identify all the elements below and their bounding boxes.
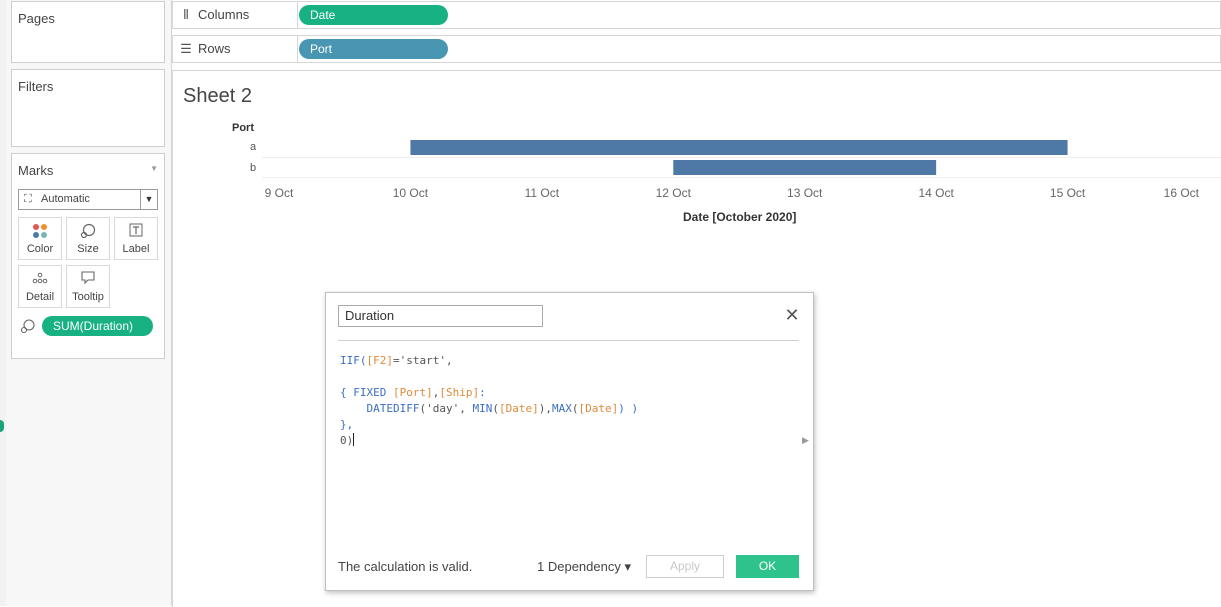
filters-card[interactable]: Filters [11, 69, 165, 147]
columns-shelf-label: ⦀ Columns [173, 2, 298, 28]
calculation-name-field[interactable]: Duration [338, 305, 543, 327]
x-tick-label: 12 Oct [656, 186, 692, 200]
port-pill[interactable]: Port [299, 39, 448, 59]
marks-card: Marks ▼ ⛶ Automatic ▼ Color Size Label D… [11, 153, 165, 359]
code-token: [Date] [578, 402, 619, 415]
x-axis-title[interactable]: Date [October 2020] [683, 210, 796, 224]
date-pill[interactable]: Date [299, 5, 448, 25]
label-label: Label [122, 243, 150, 255]
rows-shelf-label: ☰ Rows [173, 36, 298, 62]
x-tick-label: 15 Oct [1050, 186, 1086, 200]
detail-icon [19, 271, 61, 289]
code-token: [F2] [366, 354, 394, 367]
columns-shelf[interactable]: ⦀ Columns Date [172, 1, 1221, 29]
mark-type-value: Automatic [41, 193, 90, 205]
x-tick-label: 10 Oct [393, 186, 429, 200]
code-token: ('day', [419, 402, 473, 415]
validation-status: The calculation is valid. [338, 559, 473, 574]
label-button[interactable]: Label [114, 217, 158, 260]
filters-title: Filters [18, 79, 54, 94]
code-token: }, [340, 418, 354, 431]
color-icon [19, 223, 61, 241]
detail-button[interactable]: Detail [18, 265, 62, 308]
rows-shelf[interactable]: ☰ Rows Port [172, 35, 1221, 63]
size-encoding-icon [20, 318, 36, 339]
x-tick-label: 16 Oct [1164, 186, 1200, 200]
rows-icon: ☰ [180, 41, 192, 56]
tooltip-label: Tooltip [72, 291, 104, 303]
color-button[interactable]: Color [18, 217, 62, 260]
gantt-bar-a[interactable] [410, 140, 1068, 155]
pages-card[interactable]: Pages [11, 1, 165, 63]
chevron-down-icon[interactable]: ▼ [140, 190, 157, 209]
code-token: ) ) [618, 402, 639, 415]
apply-button[interactable]: Apply [646, 555, 724, 578]
rows-label: Rows [198, 41, 231, 56]
x-tick-label: 9 Oct [265, 186, 294, 200]
sidebar: Pages Filters Marks ▼ ⛶ Automatic ▼ Colo… [6, 0, 172, 606]
collapsed-pane-indicator[interactable] [0, 420, 4, 432]
x-tick-label: 11 Oct [525, 186, 560, 200]
tooltip-icon [67, 271, 109, 289]
gantt-bar-b[interactable] [673, 160, 937, 175]
code-token: { [340, 386, 354, 399]
marks-title: Marks [18, 163, 54, 178]
text-cursor [353, 433, 355, 446]
dependency-dropdown[interactable]: 1 Dependency ▾ [537, 559, 631, 575]
gantt-chart: 9 Oct 10 Oct 11 Oct 12 Oct 13 Oct 14 Oct 15 Oc… [265, 140, 1200, 200]
code-token: : [479, 386, 486, 399]
calculation-editor-dialog: Duration ✕ IIF([F2]='start', { FIXED [Po… [325, 292, 814, 591]
tooltip-button[interactable]: Tooltip [66, 265, 110, 308]
code-token: MIN [472, 402, 493, 415]
x-tick-label: 13 Oct [787, 186, 823, 200]
expand-panel-arrow-icon[interactable]: ▶ [802, 435, 809, 446]
code-token: [Date] [498, 402, 539, 415]
x-tick-label: 14 Oct [918, 186, 954, 200]
code-token: ( [492, 402, 499, 415]
code-token: DATEDIFF [366, 402, 420, 415]
formula-editor[interactable]: IIF([F2]='start', { FIXED [Port],[Ship]:… [340, 353, 790, 449]
code-token: [Port] [393, 386, 433, 399]
detail-label: Detail [25, 291, 55, 303]
code-token: IIF( [340, 354, 367, 367]
marks-menu-caret-icon[interactable]: ▼ [150, 164, 158, 173]
code-token: [Ship] [439, 386, 480, 399]
text-label-icon [115, 223, 157, 241]
dialog-separator [338, 340, 799, 341]
size-button[interactable]: Size [66, 217, 110, 260]
color-label: Color [26, 243, 54, 255]
columns-icon: ⦀ [183, 7, 189, 22]
size-label: Size [77, 243, 99, 255]
automatic-mark-icon: ⛶ [24, 193, 32, 205]
mark-type-dropdown[interactable]: ⛶ Automatic ▼ [18, 189, 158, 210]
close-icon[interactable]: ✕ [784, 306, 800, 324]
columns-label: Columns [198, 7, 250, 22]
ok-button[interactable]: OK [736, 555, 799, 578]
code-token: MAX [551, 402, 572, 415]
sum-duration-pill[interactable]: SUM(Duration) [42, 316, 153, 336]
code-token: 0) [340, 434, 354, 447]
code-token: ), [538, 402, 552, 415]
size-icon [67, 223, 109, 241]
pages-title: Pages [18, 11, 55, 26]
code-token: ='start', [393, 354, 453, 367]
code-token: FIXED [353, 386, 387, 399]
